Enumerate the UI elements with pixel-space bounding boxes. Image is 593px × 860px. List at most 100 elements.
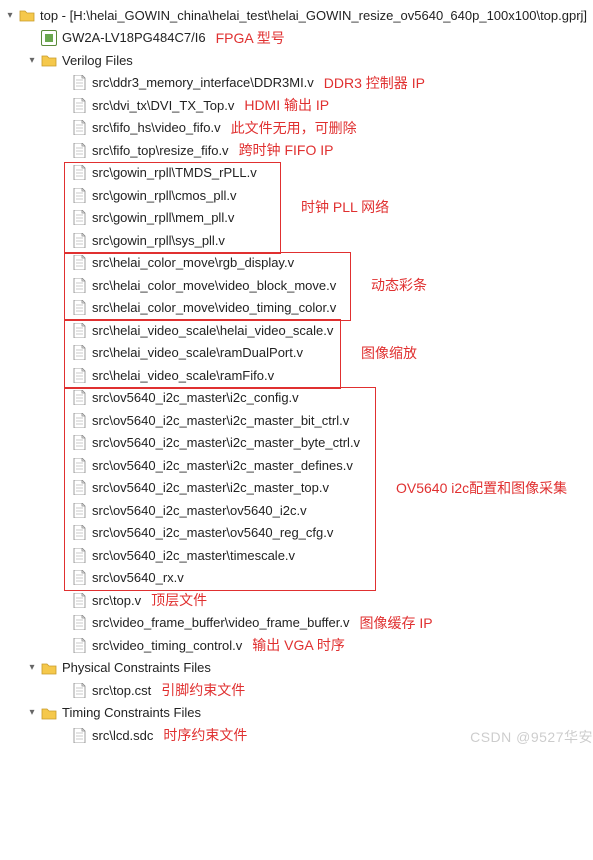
file-label: src\video_timing_control.v <box>92 638 242 653</box>
tree-item-file[interactable]: src\ov5640_i2c_master\i2c_master_bit_ctr… <box>4 409 593 432</box>
file-icon <box>70 435 88 451</box>
file-icon <box>70 322 88 338</box>
tree-item-root[interactable]: ▾ top - [H:\helai_GOWIN_china\helai_test… <box>4 4 593 27</box>
tree-item-file[interactable]: src\fifo_hs\video_fifo.v 此文件无用，可删除 <box>4 117 593 140</box>
file-label: src\helai_video_scale\ramDualPort.v <box>92 345 303 360</box>
folder-icon <box>40 52 58 68</box>
file-icon <box>70 457 88 473</box>
file-icon <box>70 120 88 136</box>
folder-label: Timing Constraints Files <box>62 705 201 720</box>
file-icon <box>70 592 88 608</box>
chevron-down-icon[interactable]: ▾ <box>4 10 16 21</box>
file-icon <box>70 277 88 293</box>
file-icon <box>70 547 88 563</box>
tree-item-file[interactable]: src\helai_video_scale\ramFifo.v <box>4 364 593 387</box>
tree-item-file[interactable]: src\ov5640_i2c_master\ov5640_i2c.v <box>4 499 593 522</box>
file-label: src\top.v <box>92 593 141 608</box>
watermark: CSDN @9527华安 <box>470 727 593 747</box>
annotation: 引脚约束文件 <box>161 680 245 700</box>
tree-item-timing-folder[interactable]: ▾ Timing Constraints Files <box>4 702 593 725</box>
folder-icon <box>18 7 36 23</box>
file-icon <box>70 75 88 91</box>
tree-item-file[interactable]: src\helai_video_scale\ramDualPort.v <box>4 342 593 365</box>
tree-item-file[interactable]: src\gowin_rpll\mem_pll.v <box>4 207 593 230</box>
tree-item-file[interactable]: src\fifo_top\resize_fifo.v 跨时钟 FIFO IP <box>4 139 593 162</box>
tree-item-verilog-folder[interactable]: ▾ Verilog Files <box>4 49 593 72</box>
file-icon <box>70 210 88 226</box>
file-icon <box>70 187 88 203</box>
tree-item-file[interactable]: src\ov5640_i2c_master\i2c_config.v <box>4 387 593 410</box>
file-label: src\ov5640_i2c_master\i2c_master_bit_ctr… <box>92 413 349 428</box>
tree-item-file[interactable]: src\helai_color_move\video_timing_color.… <box>4 297 593 320</box>
tree-item-file[interactable]: src\gowin_rpll\TMDS_rPLL.v <box>4 162 593 185</box>
annotation: 顶层文件 <box>151 590 207 610</box>
tree-item-file[interactable]: src\ov5640_rx.v <box>4 567 593 590</box>
file-label: src\ddr3_memory_interface\DDR3MI.v <box>92 75 314 90</box>
annotation: DDR3 控制器 IP <box>324 73 425 93</box>
tree-item-file[interactable]: src\ov5640_i2c_master\timescale.v <box>4 544 593 567</box>
file-label: src\ov5640_i2c_master\timescale.v <box>92 548 295 563</box>
file-icon <box>70 390 88 406</box>
tree-item-file[interactable]: src\helai_color_move\video_block_move.v <box>4 274 593 297</box>
tree-item-file[interactable]: src\helai_color_move\rgb_display.v <box>4 252 593 275</box>
file-icon <box>70 682 88 698</box>
file-label: src\ov5640_i2c_master\i2c_master_defines… <box>92 458 353 473</box>
file-icon <box>70 142 88 158</box>
file-label: src\ov5640_i2c_master\ov5640_i2c.v <box>92 503 307 518</box>
tree-item-file[interactable]: src\gowin_rpll\cmos_pll.v <box>4 184 593 207</box>
tree-item-file[interactable]: src\ov5640_i2c_master\ov5640_reg_cfg.v <box>4 522 593 545</box>
file-icon <box>70 255 88 271</box>
file-icon <box>70 480 88 496</box>
tree-item-file[interactable]: src\helai_video_scale\helai_video_scale.… <box>4 319 593 342</box>
tree-item-file[interactable]: src\video_timing_control.v 输出 VGA 时序 <box>4 634 593 657</box>
file-label: src\ov5640_i2c_master\i2c_config.v <box>92 390 299 405</box>
tree-item-file[interactable]: src\ov5640_i2c_master\i2c_master_byte_ct… <box>4 432 593 455</box>
file-icon <box>70 615 88 631</box>
file-icon <box>70 232 88 248</box>
file-label: src\lcd.sdc <box>92 728 153 743</box>
group-annotation: 图像缩放 <box>361 343 417 363</box>
file-icon <box>70 502 88 518</box>
annotation: 此文件无用，可删除 <box>231 118 357 138</box>
file-label: src\helai_video_scale\helai_video_scale.… <box>92 323 333 338</box>
file-icon <box>70 300 88 316</box>
annotation: 图像缓存 IP <box>360 613 433 633</box>
file-icon <box>70 345 88 361</box>
chevron-down-icon[interactable]: ▾ <box>26 662 38 673</box>
file-icon <box>70 637 88 653</box>
tree-item-file[interactable]: src\ov5640_i2c_master\i2c_master_defines… <box>4 454 593 477</box>
chip-icon <box>40 30 58 46</box>
tree-item-file[interactable]: src\top.cst 引脚约束文件 <box>4 679 593 702</box>
root-label: top - [H:\helai_GOWIN_china\helai_test\h… <box>40 8 587 23</box>
annotation: 时序约束文件 <box>163 725 247 745</box>
tree-item-physical-folder[interactable]: ▾ Physical Constraints Files <box>4 657 593 680</box>
file-label: src\top.cst <box>92 683 151 698</box>
file-icon <box>70 165 88 181</box>
chevron-down-icon[interactable]: ▾ <box>26 707 38 718</box>
file-label: src\ov5640_i2c_master\i2c_master_byte_ct… <box>92 435 360 450</box>
file-label: src\gowin_rpll\mem_pll.v <box>92 210 234 225</box>
file-label: src\gowin_rpll\cmos_pll.v <box>92 188 237 203</box>
file-icon <box>70 570 88 586</box>
file-icon <box>70 97 88 113</box>
file-label: src\gowin_rpll\sys_pll.v <box>92 233 225 248</box>
folder-label: Verilog Files <box>62 53 133 68</box>
file-icon <box>70 412 88 428</box>
tree-item-file[interactable]: src\gowin_rpll\sys_pll.v <box>4 229 593 252</box>
tree-item-device[interactable]: GW2A-LV18PG484C7/I6 FPGA 型号 <box>4 27 593 50</box>
file-label: src\helai_color_move\rgb_display.v <box>92 255 294 270</box>
folder-icon <box>40 660 58 676</box>
file-label: src\gowin_rpll\TMDS_rPLL.v <box>92 165 257 180</box>
file-icon <box>70 525 88 541</box>
chevron-down-icon[interactable]: ▾ <box>26 55 38 66</box>
file-label: src\ov5640_i2c_master\i2c_master_top.v <box>92 480 329 495</box>
file-label: src\ov5640_i2c_master\ov5640_reg_cfg.v <box>92 525 333 540</box>
tree-item-file[interactable]: src\dvi_tx\DVI_TX_Top.v HDMI 输出 IP <box>4 94 593 117</box>
tree-item-file[interactable]: src\top.v 顶层文件 <box>4 589 593 612</box>
file-label: src\fifo_top\resize_fifo.v <box>92 143 229 158</box>
annotation: 跨时钟 FIFO IP <box>239 140 334 160</box>
file-label: src\ov5640_rx.v <box>92 570 184 585</box>
tree-item-file[interactable]: src\video_frame_buffer\video_frame_buffe… <box>4 612 593 635</box>
annotation: FPGA 型号 <box>216 28 285 48</box>
tree-item-file[interactable]: src\ddr3_memory_interface\DDR3MI.v DDR3 … <box>4 72 593 95</box>
